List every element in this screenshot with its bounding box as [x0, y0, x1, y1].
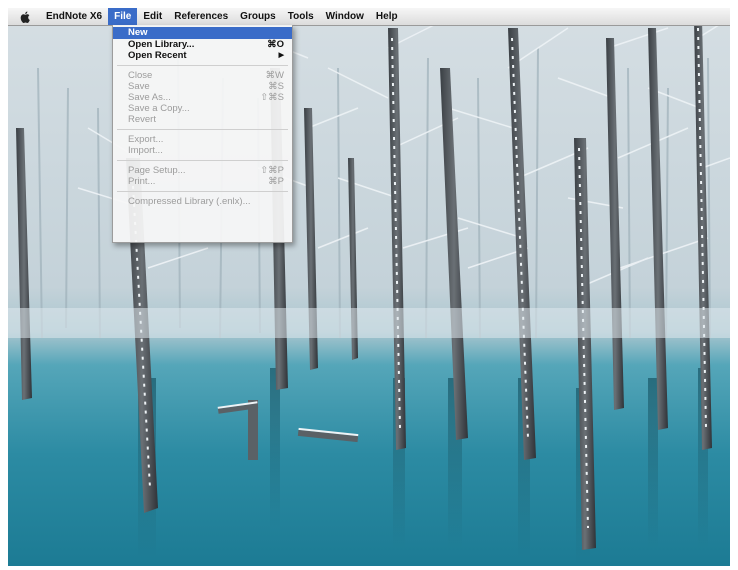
menu-separator — [117, 191, 288, 192]
menu-item-import[interactable]: Import... — [113, 145, 292, 156]
menu-item-label: Revert — [128, 114, 156, 125]
apple-icon[interactable] — [18, 11, 32, 23]
menu-separator — [117, 65, 288, 66]
menu-item-label: Open Library... — [128, 39, 195, 50]
menu-item-shortcut: ⇧⌘P — [260, 165, 284, 176]
menu-tools[interactable]: Tools — [282, 8, 320, 25]
menu-references[interactable]: References — [168, 8, 234, 25]
menu-item-label: Page Setup... — [128, 165, 186, 176]
menu-item-label: New — [128, 27, 148, 38]
menu-item-save-a-copy[interactable]: Save a Copy... — [113, 103, 292, 114]
menu-item-new[interactable]: New — [113, 27, 292, 39]
menu-item-label: Print... — [128, 176, 156, 187]
menu-item-shortcut: ⌘W — [265, 70, 284, 81]
menu-item-export[interactable]: Export... — [113, 134, 292, 145]
menu-bar: EndNote X6 File Edit References Groups T… — [8, 8, 730, 26]
menu-item-label: Export... — [128, 134, 164, 145]
menu-item-label: Open Recent — [128, 50, 187, 61]
menu-item-label: Import... — [128, 145, 163, 156]
menu-edit[interactable]: Edit — [137, 8, 168, 25]
menu-item-shortcut: ⇧⌘S — [260, 92, 284, 103]
menu-item-revert[interactable]: Revert — [113, 114, 292, 125]
menu-item-shortcut: ⌘P — [268, 176, 284, 187]
menu-item-label: Save — [128, 81, 150, 92]
menu-item-label: Save As... — [128, 92, 171, 103]
menu-separator — [117, 160, 288, 161]
menu-item-open-library[interactable]: Open Library... ⌘O — [113, 39, 292, 50]
file-menu-dropdown: New Open Library... ⌘O Open Recent ▶ Clo… — [112, 25, 293, 243]
menu-separator — [117, 129, 288, 130]
menu-item-print[interactable]: Print... ⌘P — [113, 176, 292, 187]
menu-item-close[interactable]: Close ⌘W — [113, 70, 292, 81]
menu-item-page-setup[interactable]: Page Setup... ⇧⌘P — [113, 165, 292, 176]
menu-item-open-recent[interactable]: Open Recent ▶ — [113, 50, 292, 61]
menu-file[interactable]: File — [108, 8, 138, 25]
menu-item-shortcut: ⌘O — [267, 39, 284, 50]
menu-groups[interactable]: Groups — [234, 8, 282, 25]
menu-item-label: Close — [128, 70, 153, 81]
chevron-right-icon: ▶ — [278, 52, 284, 59]
menu-help[interactable]: Help — [370, 8, 404, 25]
menu-item-save[interactable]: Save ⌘S — [113, 81, 292, 92]
menu-item-compressed-library[interactable]: Compressed Library (.enlx)... — [113, 196, 292, 207]
menu-app-name[interactable]: EndNote X6 — [44, 8, 108, 25]
menu-window[interactable]: Window — [320, 8, 370, 25]
menu-item-label: Save a Copy... — [128, 103, 190, 114]
menu-item-shortcut: ⌘S — [268, 81, 284, 92]
menu-item-save-as[interactable]: Save As... ⇧⌘S — [113, 92, 292, 103]
desktop-screen: EndNote X6 File Edit References Groups T… — [8, 8, 730, 566]
menu-item-label: Compressed Library (.enlx)... — [128, 196, 251, 207]
